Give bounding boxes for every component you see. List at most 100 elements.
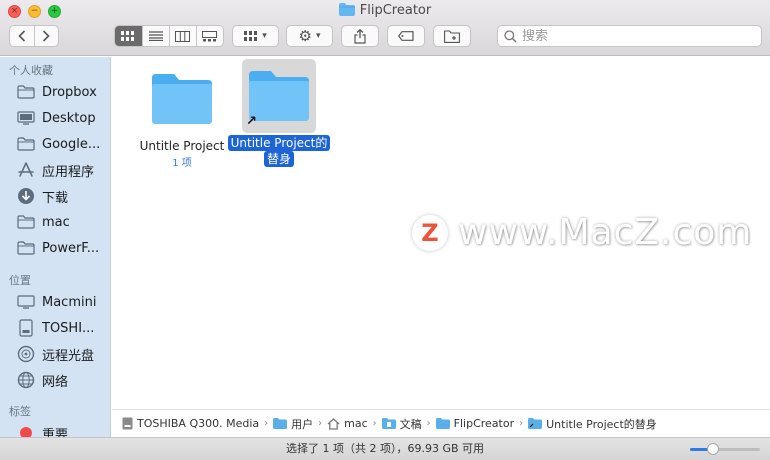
sidebar-item-mac[interactable]: mac (16, 211, 110, 233)
sidebar-item-label: mac (42, 214, 70, 230)
sidebar-item-label: 网络 (42, 374, 69, 390)
back-button[interactable] (10, 26, 34, 46)
forward-button[interactable] (33, 26, 58, 46)
watermark: Z www.MacZ.com (412, 212, 752, 253)
edit-tags-button[interactable] (387, 25, 425, 47)
search-input[interactable] (522, 28, 742, 44)
path-separator-icon: › (318, 418, 323, 429)
disk-icon (16, 319, 36, 337)
sidebar-item-network[interactable]: 网络 (16, 369, 110, 391)
sidebar-item-dropbox[interactable]: Dropbox (16, 81, 110, 103)
group-grid-icon (244, 31, 258, 41)
folder-icon (435, 418, 450, 429)
gear-icon: ⚙ (298, 26, 312, 45)
column-view-button[interactable] (168, 26, 196, 46)
action-menu-button[interactable]: ⚙ ▾ (286, 25, 333, 47)
sidebar-item-desktop[interactable]: Desktop (16, 107, 110, 129)
alias-folder-icon: ↗ (242, 59, 316, 133)
sidebar-item-remote-disc[interactable]: 远程光盘 (16, 343, 110, 365)
sidebar-item-google-drive[interactable]: Google... (16, 133, 110, 155)
file-name-line2: 替身 (263, 151, 294, 167)
item-count: 1 项 (172, 158, 192, 169)
download-icon (16, 187, 36, 205)
path-crumb-label: mac (344, 417, 368, 430)
window-title: FlipCreator (359, 3, 432, 18)
path-crumb-flipcreator[interactable]: FlipCreator (435, 417, 515, 430)
group-by-button[interactable]: ▾ (232, 25, 279, 47)
path-crumb-label: FlipCreator (453, 417, 515, 430)
path-crumb-label: Untitle Project的替身 (546, 417, 657, 431)
folder-icon (16, 135, 36, 153)
sidebar: 个人收藏 Dropbox Desktop Google... 应用程序 下载 m… (0, 57, 111, 437)
new-folder-button[interactable] (433, 25, 471, 47)
sidebar-item-powerf[interactable]: PowerF... (16, 237, 110, 259)
file-name-line1: Untitle Project的 (227, 135, 331, 151)
list-view-button[interactable] (141, 26, 169, 46)
search-field[interactable] (497, 25, 762, 47)
path-crumb-home[interactable]: mac (327, 417, 368, 430)
status-text: 选择了 1 项（共 2 项），69.93 GB 可用 (285, 442, 485, 455)
sidebar-item-macmini[interactable]: Macmini (16, 291, 110, 313)
tag-icon (398, 31, 414, 41)
home-icon (327, 417, 340, 430)
sidebar-item-label: Google... (42, 136, 101, 152)
folder-icon (273, 418, 288, 429)
finder-window: × − + FlipCreator ▾ ⚙ ▾ 搜索 个人收藏 Dropbox … (0, 0, 770, 460)
file-name: Untitle Project (139, 139, 225, 153)
watermark-text: www.MacZ.com (458, 212, 753, 253)
sidebar-header-favorites: 个人收藏 (9, 64, 53, 77)
sidebar-header-tags: 标签 (9, 405, 31, 418)
file-item-untitle-project[interactable]: Untitle Project 1 项 (132, 62, 232, 169)
sidebar-item-label: Dropbox (42, 84, 97, 100)
network-icon (16, 371, 36, 389)
columns-icon (175, 30, 191, 42)
chevron-right-icon (43, 30, 51, 42)
sidebar-item-tag-important[interactable]: 重要 (16, 422, 110, 437)
chevron-down-icon: ▾ (262, 31, 267, 41)
sidebar-item-label: Macmini (42, 294, 97, 310)
computer-icon (16, 293, 36, 311)
disk-icon (122, 417, 133, 430)
applications-icon (16, 161, 36, 179)
folder-icon (16, 213, 36, 231)
path-crumb-label: 用户 (291, 417, 314, 431)
search-icon (504, 29, 517, 43)
file-browser-area[interactable]: Untitle Project 1 项 ↗ Untitle Project的 替… (112, 57, 770, 409)
path-separator-icon: › (519, 418, 524, 429)
path-crumb-toshiba[interactable]: TOSHIBA Q300. Media (122, 417, 259, 430)
list-icon (148, 31, 163, 41)
path-separator-icon: › (372, 418, 377, 429)
icon-size-slider[interactable] (690, 443, 760, 455)
chevron-down-icon: ▾ (315, 31, 321, 41)
share-button[interactable] (341, 25, 379, 47)
sidebar-item-label: 重要 (42, 427, 69, 438)
path-crumb-documents[interactable]: 文稿 (381, 416, 422, 432)
sidebar-item-label: 应用程序 (42, 164, 95, 180)
alias-folder-icon (528, 418, 543, 429)
path-crumb-users[interactable]: 用户 (273, 416, 313, 432)
gallery-view-button[interactable] (195, 26, 223, 46)
red-tag-dot-icon (16, 424, 36, 437)
slider-knob[interactable] (707, 443, 719, 455)
path-bar: TOSHIBA Q300. Media › 用户 › mac › 文稿 › Fl… (112, 409, 770, 437)
path-crumb-label: 文稿 (399, 417, 422, 431)
sidebar-item-applications[interactable]: 应用程序 (16, 159, 110, 181)
file-item-untitle-project-alias[interactable]: ↗ Untitle Project的 替身 (224, 59, 334, 167)
view-mode-group (114, 25, 224, 47)
share-icon (354, 28, 366, 44)
desktop-icon (16, 109, 36, 127)
sidebar-item-label: Desktop (42, 110, 96, 126)
icon-view-button[interactable] (115, 26, 142, 46)
folder-icon (16, 239, 36, 257)
window-title-area: FlipCreator (0, 3, 770, 20)
status-bar: 选择了 1 项（共 2 项），69.93 GB 可用 (0, 437, 770, 460)
sidebar-item-label: TOSHI... (42, 320, 95, 336)
sidebar-item-toshiba[interactable]: TOSHI... (16, 317, 110, 339)
folder-icon (338, 3, 355, 20)
sidebar-item-downloads[interactable]: 下载 (16, 185, 110, 207)
watermark-logo: Z (412, 214, 448, 251)
sidebar-header-locations: 位置 (9, 274, 31, 287)
folder-icon (145, 62, 219, 136)
path-crumb-alias[interactable]: Untitle Project的替身 (528, 416, 657, 432)
title-toolbar: × − + FlipCreator ▾ ⚙ ▾ 搜索 (0, 0, 770, 56)
